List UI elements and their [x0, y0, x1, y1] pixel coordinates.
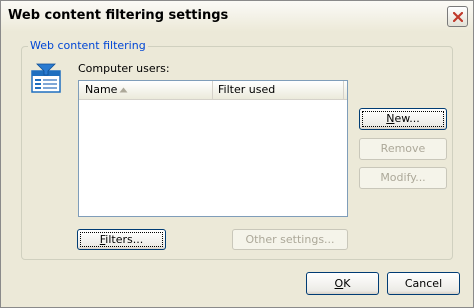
cancel-button[interactable]: Cancel	[387, 272, 460, 295]
new-button[interactable]: New...	[359, 108, 447, 130]
window-title: Web content filtering settings	[8, 8, 229, 23]
column-name-label: Name	[85, 83, 118, 96]
group-legend: Web content filtering	[28, 39, 148, 52]
filters-button[interactable]: Filters...	[77, 229, 166, 250]
web-filter-icon	[31, 63, 61, 93]
cancel-button-label: Cancel	[404, 277, 443, 290]
new-button-label: New...	[386, 112, 420, 125]
close-button[interactable]	[447, 6, 468, 27]
modify-button-label: Modify...	[380, 171, 426, 184]
ok-button[interactable]: OK	[306, 272, 379, 295]
other-settings-button-label: Other settings...	[245, 233, 335, 246]
users-listview[interactable]: Name Filter used	[78, 80, 348, 217]
modify-button[interactable]: Modify...	[359, 167, 447, 189]
title-bar[interactable]: Web content filtering settings	[1, 1, 473, 32]
listview-header: Name Filter used	[79, 81, 347, 100]
column-filter-label: Filter used	[218, 83, 276, 96]
computer-users-label: Computer users:	[78, 62, 170, 75]
column-header-name[interactable]: Name	[79, 81, 213, 99]
filters-button-label: Filters...	[99, 233, 144, 246]
remove-button[interactable]: Remove	[359, 138, 447, 160]
remove-button-label: Remove	[380, 142, 426, 155]
column-header-filter-used[interactable]: Filter used	[213, 81, 344, 99]
sort-ascending-icon	[119, 87, 128, 93]
close-icon	[453, 12, 463, 22]
ok-button-label: OK	[334, 277, 351, 290]
other-settings-button[interactable]: Other settings...	[232, 229, 348, 250]
